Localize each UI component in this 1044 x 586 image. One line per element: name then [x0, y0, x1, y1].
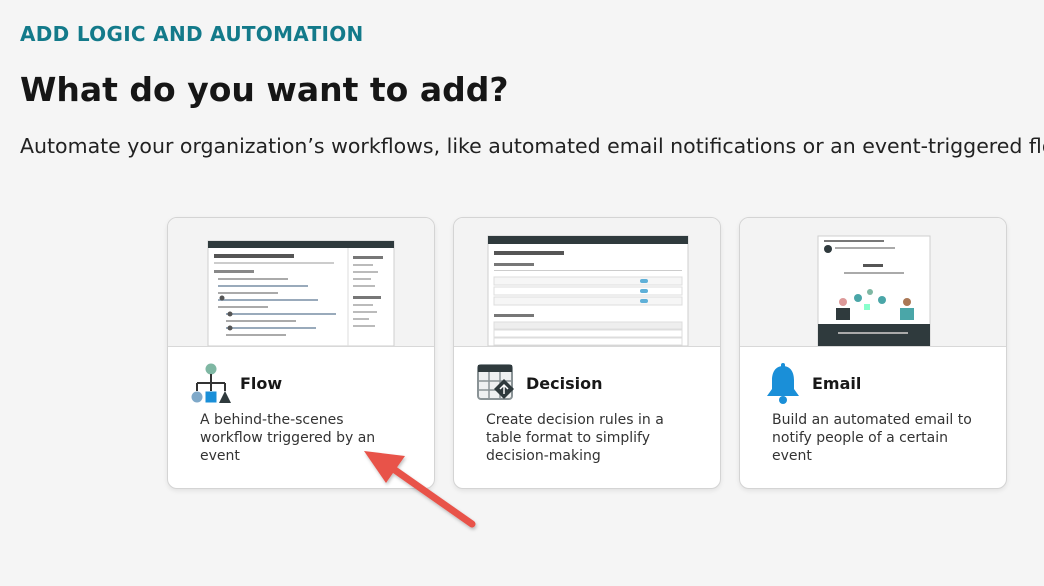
- flow-diagram-icon: [190, 363, 232, 405]
- decision-card[interactable]: Decision Create decision rules in a tabl…: [453, 217, 721, 489]
- email-preview-image: [740, 218, 1006, 347]
- page-subtitle: Automate your organization’s workflows, …: [20, 134, 1044, 158]
- decision-table-icon: [476, 363, 518, 405]
- decision-card-title: Decision: [526, 374, 603, 393]
- section-kicker: ADD LOGIC AND AUTOMATION: [20, 22, 364, 46]
- flow-card[interactable]: Flow A behind-the-scenes workflow trigge…: [167, 217, 435, 489]
- flow-preview-image: [168, 218, 434, 347]
- email-card-title: Email: [812, 374, 862, 393]
- flow-card-description: A behind-the-scenes workflow triggered b…: [200, 412, 376, 464]
- page-title: What do you want to add?: [20, 70, 509, 109]
- email-card[interactable]: Email Build an automated email to notify…: [739, 217, 1007, 489]
- email-card-description: Build an automated email to notify peopl…: [772, 412, 972, 464]
- decision-card-description: Create decision rules in a table format …: [486, 412, 664, 464]
- bell-icon: [762, 363, 804, 405]
- flow-card-title: Flow: [240, 374, 283, 393]
- decision-preview-image: [454, 218, 720, 347]
